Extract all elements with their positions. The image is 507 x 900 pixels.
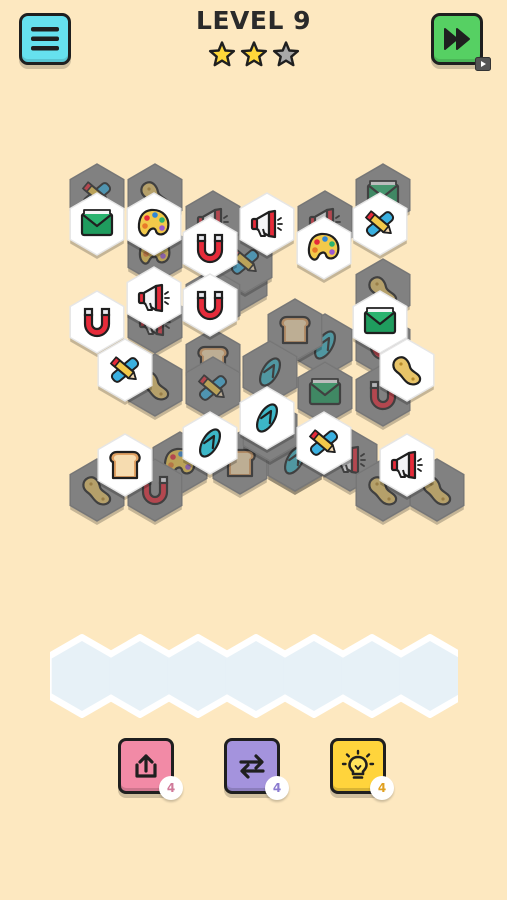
tile-tray [50, 634, 458, 718]
lightbulb-icon [341, 749, 375, 779]
tile-board [69, 163, 465, 525]
envelope-icon [363, 307, 397, 335]
hint-count-badge: 4 [370, 776, 394, 800]
shuffle-count-badge: 4 [265, 776, 289, 800]
toast-icon [109, 450, 141, 480]
shuffle-arrows-icon [239, 754, 265, 779]
envelope-icon [80, 209, 114, 237]
undo-arrow-icon [135, 754, 157, 778]
undo-count-badge: 4 [159, 776, 183, 800]
